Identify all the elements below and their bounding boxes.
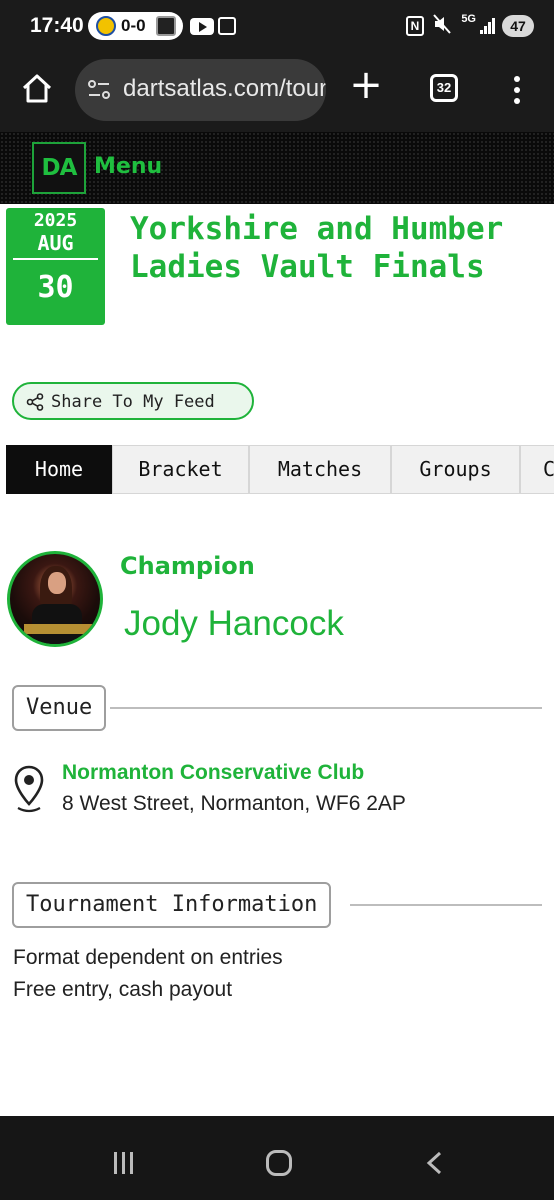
avatar-scoreboard xyxy=(24,624,92,634)
screenshot-icon xyxy=(218,17,236,35)
mute-icon xyxy=(433,14,451,39)
event-date-badge: 2025 AUG 30 xyxy=(6,208,105,325)
browser-home-button[interactable] xyxy=(16,68,58,110)
tab-more[interactable]: C xyxy=(520,445,554,494)
site-header: DA Menu xyxy=(0,132,554,204)
tournament-info-heading: Tournament Information xyxy=(12,882,332,928)
back-button[interactable] xyxy=(422,1150,448,1176)
tab-matches[interactable]: Matches xyxy=(249,445,391,494)
info-line: Format dependent on entries xyxy=(13,946,283,969)
share-label: Share To My Feed xyxy=(51,392,215,412)
event-year: 2025 xyxy=(33,210,78,231)
venue-divider xyxy=(110,707,542,709)
venue-name-link[interactable]: Normanton Conservative Club xyxy=(62,761,364,785)
tournament-tabs: Home Bracket Matches Groups C xyxy=(6,445,554,494)
venue-address: 8 West Street, Normanton, WF6 2AP xyxy=(62,792,406,815)
share-icon xyxy=(26,393,44,411)
team-crest-icon xyxy=(156,16,176,36)
new-tab-button[interactable]: + xyxy=(346,65,386,106)
darts-atlas-logo[interactable]: DA xyxy=(32,142,86,194)
url-text[interactable]: dartsatlas.com/tournaments xyxy=(123,75,326,103)
share-to-feed-button[interactable]: Share To My Feed xyxy=(12,382,254,420)
status-time: 17:40 xyxy=(30,14,84,37)
network-type: 5G xyxy=(461,13,476,25)
info-divider xyxy=(350,904,542,906)
info-line: Free entry, cash payout xyxy=(13,978,233,1001)
recent-apps-button[interactable] xyxy=(112,1152,136,1174)
system-nav-bar xyxy=(0,1116,554,1200)
nfc-icon: N xyxy=(406,16,424,36)
tab-groups[interactable]: Groups xyxy=(391,445,520,494)
browser-toolbar: dartsatlas.com/tournaments + 32 xyxy=(0,54,554,132)
venue-heading: Venue xyxy=(12,685,107,731)
address-bar[interactable]: dartsatlas.com/tournaments xyxy=(75,59,326,121)
event-title: Yorkshire and Humber Ladies Vault Finals xyxy=(130,211,504,285)
champion-label: Champion xyxy=(120,552,255,580)
tab-bracket[interactable]: Bracket xyxy=(112,445,249,494)
more-options-button[interactable] xyxy=(505,74,529,106)
tab-switcher-button[interactable]: 32 xyxy=(430,74,458,102)
youtube-icon xyxy=(190,18,214,35)
site-settings-icon[interactable] xyxy=(87,79,111,101)
battery-level: 47 xyxy=(502,15,534,37)
tab-home[interactable]: Home xyxy=(6,445,112,494)
menu-button[interactable]: Menu xyxy=(94,154,162,179)
status-bar: 17:40 0-0 N 5G 47 xyxy=(0,0,554,54)
home-icon xyxy=(22,74,52,103)
location-pin-icon xyxy=(14,765,44,813)
signal-icon xyxy=(480,18,496,34)
live-score-pill[interactable]: 0-0 xyxy=(88,12,183,40)
event-month: AUG xyxy=(37,231,74,255)
champion-name[interactable]: Jody Hancock xyxy=(124,604,344,644)
avatar-face xyxy=(48,572,66,594)
champion-avatar xyxy=(7,551,103,647)
live-score: 0-0 xyxy=(121,16,146,35)
team-crest-icon xyxy=(96,16,116,36)
home-button[interactable] xyxy=(266,1150,292,1176)
event-day: 30 xyxy=(37,270,74,305)
